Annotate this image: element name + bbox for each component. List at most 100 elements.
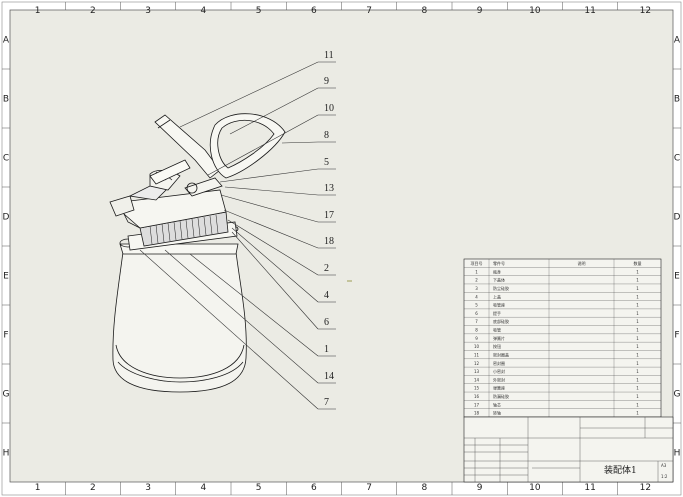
column-label-6: 6 xyxy=(311,6,317,16)
bom-cell: 吸管座 xyxy=(493,302,505,308)
bom-header-cell: 项目号 xyxy=(471,260,483,266)
column-label-7: 7 xyxy=(366,483,372,493)
row-label-C: C xyxy=(3,154,9,164)
bom-cell: 13 xyxy=(474,369,480,374)
drawing-sheet: 1 2 3 4 5 6 7 8 9 10 11 12 1 2 3 4 5 6 7 8 9 10 11 12 ABCDEFGH… xyxy=(0,0,683,497)
column-label-8: 8 xyxy=(422,483,428,493)
bom-cell: 1 xyxy=(636,411,639,416)
column-label-10: 10 xyxy=(529,483,541,493)
sheet-size: A3 xyxy=(661,463,667,468)
column-label-4: 4 xyxy=(201,6,207,16)
bom-cell: 1 xyxy=(636,311,639,316)
row-label-F: F xyxy=(674,331,679,341)
bom-cell: 弹簧座 xyxy=(493,385,505,391)
bom-cell: 1 xyxy=(636,269,639,274)
bom-cell: 上盖 xyxy=(493,293,501,299)
balloon-8[interactable]: 8 xyxy=(324,130,329,141)
bom-cell: 10 xyxy=(474,344,480,349)
bom-cell: 1 xyxy=(636,286,639,291)
bom-header-cell: 数量 xyxy=(634,260,642,266)
bom-cell: 转轴 xyxy=(493,410,501,416)
balloon-4[interactable]: 4 xyxy=(324,290,329,301)
bom-cell: 提手 xyxy=(493,310,501,316)
bom-cell: 1 xyxy=(636,294,639,299)
bom-cell: 6 xyxy=(475,311,478,316)
bom-cell: 轴芯 xyxy=(493,401,501,407)
bom-cell: 5 xyxy=(475,303,478,308)
column-label-1: 1 xyxy=(35,483,41,493)
bom-header-cell: 说明 xyxy=(578,260,586,266)
bom-cell: 小密封 xyxy=(493,368,505,374)
balloon-6[interactable]: 6 xyxy=(324,317,329,328)
bom-cell: 底部硅胶 xyxy=(493,318,509,324)
balloon-1[interactable]: 1 xyxy=(324,344,329,355)
row-label-C: C xyxy=(674,154,680,164)
bom-cell: 密封圈 xyxy=(493,360,505,366)
balloon-17[interactable]: 17 xyxy=(324,210,334,221)
bom-cell: 1 xyxy=(636,369,639,374)
column-label-2: 2 xyxy=(90,6,96,16)
bom-cell: 吸管 xyxy=(493,327,501,333)
bom-cell: 1 xyxy=(636,303,639,308)
row-label-G: G xyxy=(3,390,10,400)
row-label-H: H xyxy=(674,449,681,459)
column-label-8: 8 xyxy=(422,6,428,16)
bom-cell: 1 xyxy=(636,394,639,399)
row-label-H: H xyxy=(3,449,10,459)
bom-cell: 9 xyxy=(475,336,478,341)
balloon-11[interactable]: 11 xyxy=(324,50,334,61)
row-label-A: A xyxy=(3,36,10,46)
bom-cell: 1 xyxy=(636,352,639,357)
bom-cell: 外密封 xyxy=(493,376,505,382)
bom-cell: 防漏硅胶 xyxy=(493,393,509,399)
column-label-1: 1 xyxy=(35,6,41,16)
scale-label: 1:2 xyxy=(661,474,668,479)
column-label-4: 4 xyxy=(201,483,207,493)
column-label-6: 6 xyxy=(311,483,317,493)
bom-cell: 14 xyxy=(474,377,480,382)
bom-cell: 1 xyxy=(636,402,639,407)
column-label-7: 7 xyxy=(366,6,372,16)
bom-cell: 18 xyxy=(474,411,480,416)
column-label-3: 3 xyxy=(145,6,151,16)
column-label-9: 9 xyxy=(477,483,483,493)
balloon-18[interactable]: 18 xyxy=(324,236,334,247)
balloon-10[interactable]: 10 xyxy=(324,103,334,114)
bom-cell: 15 xyxy=(474,386,480,391)
row-label-E: E xyxy=(674,272,680,282)
bom-cell: 1 xyxy=(636,344,639,349)
row-label-F: F xyxy=(3,331,8,341)
row-label-B: B xyxy=(3,95,9,105)
bom-cell: 1 xyxy=(636,336,639,341)
bom-cell: 17 xyxy=(474,402,480,407)
row-label-D: D xyxy=(3,213,10,223)
bom-cell: 防尘硅胶 xyxy=(493,285,509,291)
bom-cell: 11 xyxy=(474,352,480,357)
balloon-13[interactable]: 13 xyxy=(324,183,334,194)
balloon-5[interactable]: 5 xyxy=(324,157,329,168)
bom-cell: 1 xyxy=(636,361,639,366)
balloon-9[interactable]: 9 xyxy=(324,76,329,87)
balloon-14[interactable]: 14 xyxy=(324,371,334,382)
bom-cell: 16 xyxy=(474,394,480,399)
bom-cell: 密封圈盖 xyxy=(493,351,509,357)
balloon-7[interactable]: 7 xyxy=(324,397,329,408)
balloon-2[interactable]: 2 xyxy=(324,263,329,274)
row-label-D: D xyxy=(674,213,681,223)
column-label-12: 12 xyxy=(640,483,651,493)
bom-cell: 1 xyxy=(636,328,639,333)
row-label-B: B xyxy=(674,95,680,105)
bom-cell: 3 xyxy=(475,286,478,291)
row-label-A: A xyxy=(674,36,681,46)
row-label-E: E xyxy=(3,272,9,282)
title-block[interactable] xyxy=(463,416,674,483)
bom-table[interactable]: 项目号 零件号 说明 数量1 瓶身 12 下盖体 13 防尘硅胶 14 上盖 15 吸管座 16 提手 17 底… xyxy=(463,258,662,418)
column-label-5: 5 xyxy=(256,483,262,493)
bom-cell: 1 xyxy=(636,278,639,283)
column-label-2: 2 xyxy=(90,483,96,493)
bom-cell: 下盖体 xyxy=(493,277,505,283)
bom-cell: 1 xyxy=(475,269,478,274)
bom-header-cell: 零件号 xyxy=(493,260,505,266)
column-label-11: 11 xyxy=(584,6,595,16)
bom-cell: 瓶身 xyxy=(493,268,501,274)
